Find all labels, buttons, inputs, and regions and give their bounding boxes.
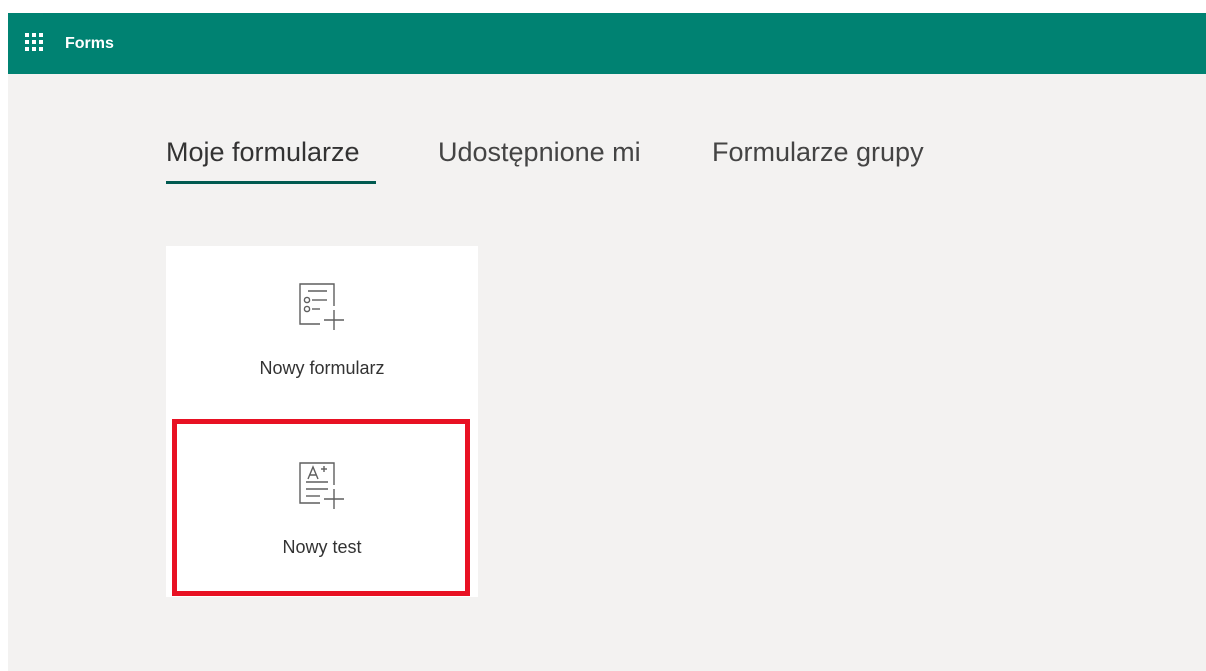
active-tab-underline <box>166 181 376 184</box>
new-form-icon <box>299 283 344 330</box>
new-form-button[interactable]: Nowy formularz <box>166 246 478 421</box>
new-item-panel: Nowy formularz Nowy test <box>166 246 478 597</box>
app-title[interactable]: Forms <box>65 33 114 55</box>
tab-group-forms[interactable]: Formularze grupy <box>712 134 924 170</box>
new-quiz-button[interactable]: Nowy test <box>166 421 478 596</box>
waffle-icon[interactable] <box>25 33 43 51</box>
new-form-label: Nowy formularz <box>259 358 385 378</box>
tab-shared-with-me[interactable]: Udostępnione mi <box>438 134 641 170</box>
new-quiz-icon <box>299 462 344 509</box>
top-bar: Forms <box>8 13 1206 74</box>
tab-my-forms[interactable]: Moje formularze <box>166 134 360 170</box>
new-quiz-label: Nowy test <box>282 537 362 557</box>
